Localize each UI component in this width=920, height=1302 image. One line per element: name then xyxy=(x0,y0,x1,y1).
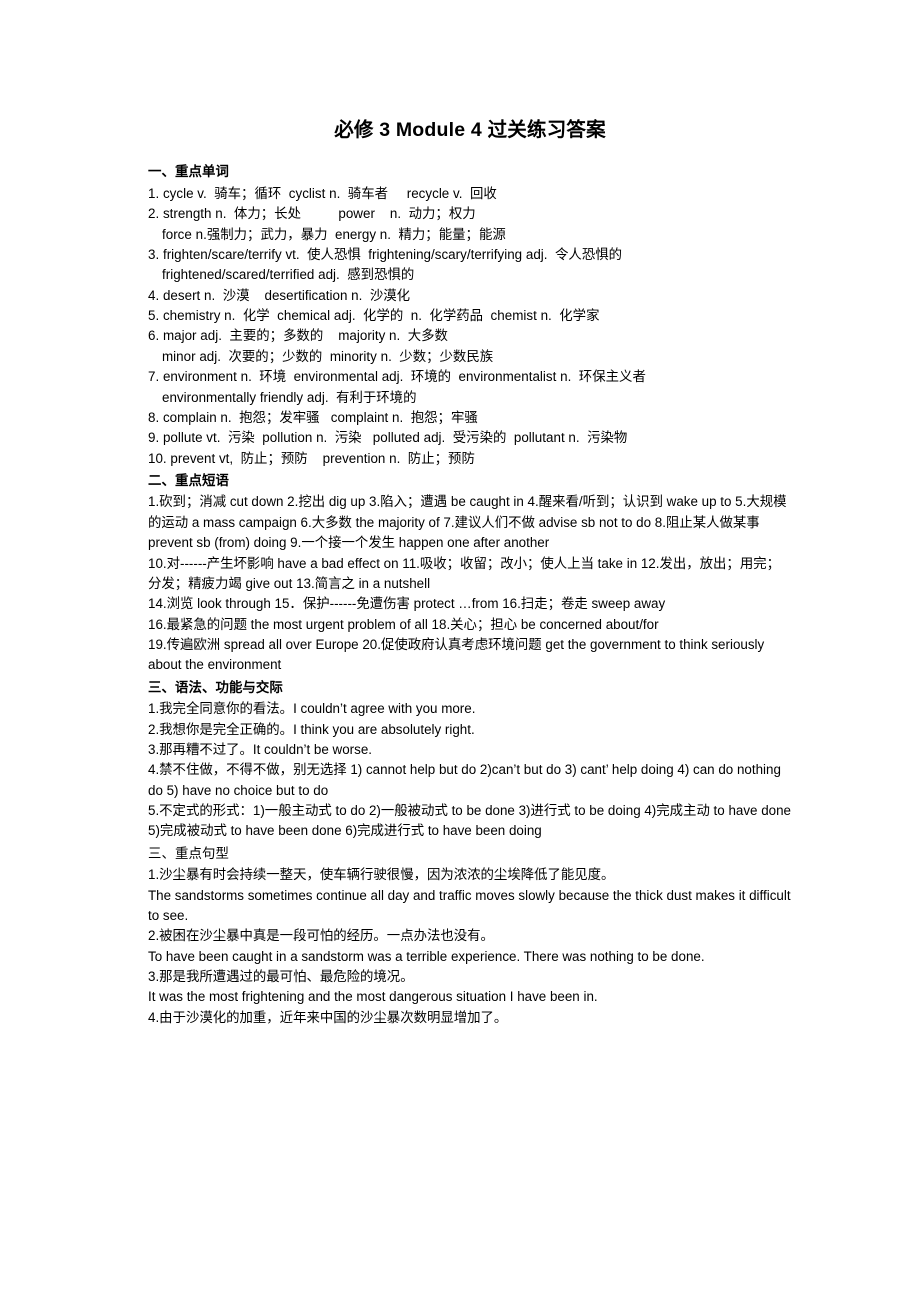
entry-line: frightened/scared/terrified adj. 感到恐惧的 xyxy=(162,267,415,283)
entry-paragraph: 1.我完全同意你的看法。I couldn’t agree with you mo… xyxy=(148,701,476,717)
entry-paragraph: 4.由于沙漠化的加重，近年来中国的沙尘暴次数明显增加了。 xyxy=(148,1009,508,1025)
section-key-sentences: 三、重点句型 1.沙尘暴有时会持续一整天，使车辆行驶很慢，因为浓浓的尘埃降低了能见… xyxy=(148,844,792,1028)
page-title: 必修 3 Module 4 过关练习答案 xyxy=(334,119,606,141)
entry-line: 4. desert n. 沙漠 desertification n. 沙漠化 xyxy=(148,287,411,303)
entry-paragraph: It was the most frightening and the most… xyxy=(148,989,598,1005)
entry-paragraph: 5.不定式的形式：1)一般主动式 to do 2)一般被动式 to be don… xyxy=(148,803,791,839)
entry-line: 5. chemistry n. 化学 chemical adj. 化学的 n. … xyxy=(148,308,600,323)
entry-line: 8. complain n. 抱怨；发牢骚 complaint n. 抱怨；牢骚 xyxy=(148,409,478,425)
section-heading-key-sentences: 三、重点句型 xyxy=(148,845,229,861)
section-key-phrases: 二、重点短语 1.砍到；消减 cut down 2.挖出 dig up 3.陷入；… xyxy=(148,471,792,676)
entry-paragraph: 1.沙尘暴有时会持续一整天，使车辆行驶很慢，因为浓浓的尘埃降低了能见度。 xyxy=(148,867,615,883)
entry-line: minor adj. 次要的；少数的 minority n. 少数；少数民族 xyxy=(162,348,494,364)
entry-paragraph: 10.对------产生坏影响 have a bad effect on 11.… xyxy=(148,555,780,591)
entry-line: 10. prevent vt, 防止；预防 prevention n. 防止；预… xyxy=(148,450,475,466)
entry-paragraph: The sandstorms sometimes continue all da… xyxy=(148,887,791,923)
entry-line: 2. strength n. 体力；长处 power n. 动力；权力 xyxy=(148,206,476,222)
entry-line: environmentally friendly adj. 有利于环境的 xyxy=(162,389,417,405)
entry-paragraph: 19.传遍欧洲 spread all over Europe 20.促使政府认真… xyxy=(148,637,765,673)
entry-line: 6. major adj. 主要的；多数的 majority n. 大多数 xyxy=(148,328,448,344)
section-key-words: 一、重点单词 1. cycle v. 骑车；循环 cyclist n. 骑车者 r… xyxy=(148,162,792,469)
sections-container: 一、重点单词 1. cycle v. 骑车；循环 cyclist n. 骑车者 r… xyxy=(148,162,792,1028)
entry-paragraph: 16.最紧急的问题 the most urgent problem of all… xyxy=(148,616,659,632)
entry-paragraph: 2.被困在沙尘暴中真是一段可怕的经历。一点办法也没有。 xyxy=(148,928,494,944)
entry-paragraph: 3.那再糟不过了。It couldn’t be worse. xyxy=(148,741,372,757)
section-heading-key-phrases: 二、重点短语 xyxy=(148,473,229,488)
entry-paragraph: 2.我想你是完全正确的。I think you are absolutely r… xyxy=(148,721,475,737)
section-heading-key-words: 一、重点单词 xyxy=(148,164,229,180)
document-body: 必修 3 Module 4 过关练习答案 一、重点单词 1. cycle v. 骑… xyxy=(148,118,792,1028)
entry-paragraph: 14.浏览 look through 15．保护------免遭伤害 prote… xyxy=(148,596,666,612)
document-page: 必修 3 Module 4 过关练习答案 一、重点单词 1. cycle v. 骑… xyxy=(0,0,920,1302)
section-grammar-function: 三、语法、功能与交际 1.我完全同意你的看法。I couldn’t agree w… xyxy=(148,678,792,842)
entry-paragraph: To have been caught in a sandstorm was a… xyxy=(148,948,705,964)
entry-paragraph: 1.砍到；消减 cut down 2.挖出 dig up 3.陷入；遭遇 be … xyxy=(148,494,787,551)
entry-line: 1. cycle v. 骑车；循环 cyclist n. 骑车者 recycle… xyxy=(148,185,497,201)
entry-paragraph: 4.禁不住做，不得不做，别无选择 1) cannot help but do 2… xyxy=(148,762,781,798)
section-heading-grammar-function: 三、语法、功能与交际 xyxy=(148,679,283,695)
entry-paragraph: 3.那是我所遭遇过的最可怕、最危险的境况。 xyxy=(148,969,414,984)
entry-line: 9. pollute vt. 污染 pollution n. 污染 pollut… xyxy=(148,430,628,446)
entry-line: force n.强制力；武力，暴力 energy n. 精力；能量；能源 xyxy=(162,226,506,242)
entry-line: 3. frighten/scare/terrify vt. 使人恐惧 frigh… xyxy=(148,246,623,262)
entry-line: 7. environment n. 环境 environmental adj. … xyxy=(148,369,646,385)
